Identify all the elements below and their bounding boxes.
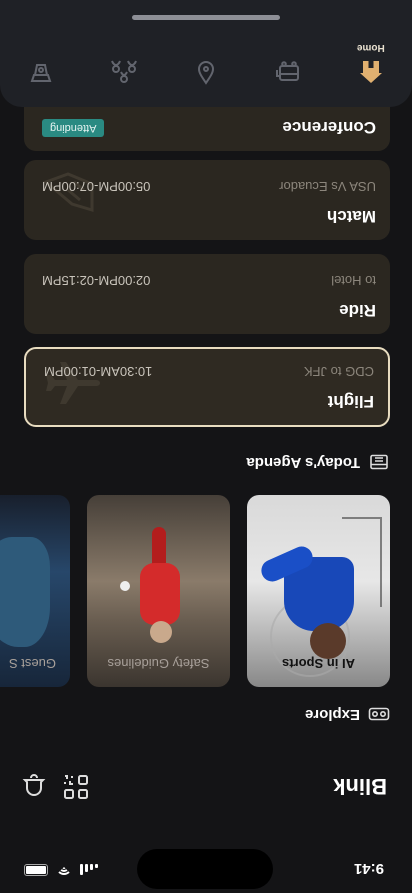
agenda-item-title: Conference: [282, 118, 376, 137]
cellular-signal-icon: [80, 864, 98, 876]
explore-card-ai-in-sports[interactable]: AI in Sports: [247, 495, 390, 687]
explore-card-safety-guidelines[interactable]: Safety Guidelines: [87, 495, 230, 687]
agenda-item-subtitle: CDG to JFK: [303, 364, 374, 379]
explore-title: Explore: [304, 706, 360, 723]
agenda-item-flight[interactable]: Flight CDG to JFK 10:30AM-01:00PM: [24, 347, 390, 427]
agenda-item-time: 05:00PM-07:00PM: [42, 179, 151, 194]
bus-icon: [276, 61, 300, 81]
athlete-figure: [310, 623, 346, 659]
soccer-ball: [120, 581, 130, 591]
explore-card-caption: AI in Sports: [282, 656, 355, 671]
home-icon: [359, 61, 382, 83]
agenda-item-title: Flight: [327, 392, 374, 411]
tab-seat[interactable]: [11, 23, 71, 93]
explore-card-caption: Guest S: [9, 656, 56, 671]
people-icon: [110, 60, 137, 83]
vr-headset-icon: [368, 708, 390, 721]
dynamic-island: [137, 849, 273, 889]
explore-card-caption: Safety Guidelines: [107, 656, 210, 671]
app-screen: 9:41 Blink Explore AI in Sports Safety G…: [0, 0, 412, 893]
qr-code-button[interactable]: [62, 773, 90, 801]
agenda-item-subtitle: USA Vs Ecuador: [279, 179, 376, 194]
player-figure: [150, 621, 172, 643]
agenda-item-time: 02:00PM-02:15PM: [42, 273, 151, 288]
agenda-item-time: 10:30AM-01:00PM: [44, 364, 153, 379]
agenda-heading: Today's Agenda: [246, 454, 390, 471]
tab-transport[interactable]: [258, 23, 318, 93]
player-figure: [140, 563, 180, 625]
battery-icon: [24, 864, 48, 876]
bottom-navigation: Home: [0, 0, 412, 107]
tab-home-label: Home: [356, 42, 385, 53]
tab-home[interactable]: Home: [341, 23, 401, 93]
explore-card-guest-services[interactable]: Guest S: [0, 495, 70, 687]
agenda-item-match[interactable]: Match USA Vs Ecuador 05:00PM-07:00PM: [24, 160, 390, 240]
status-icons: [24, 864, 98, 876]
explore-heading: Explore: [305, 706, 390, 723]
notifications-button[interactable]: [20, 773, 48, 801]
home-indicator: [132, 15, 280, 20]
seat-icon: [30, 64, 52, 82]
agenda-calendar-icon: [370, 455, 388, 470]
agenda-item-ride[interactable]: Ride to Hotel 02:00PM-02:15PM: [24, 254, 390, 334]
agenda-title: Today's Agenda: [246, 454, 360, 471]
status-bar: 9:41: [0, 843, 412, 893]
explore-carousel[interactable]: AI in Sports Safety Guidelines Guest S: [0, 495, 390, 687]
attending-badge: Attending: [42, 119, 105, 137]
bell-icon: [22, 774, 46, 796]
qr-code-icon: [64, 775, 88, 799]
map-image: [0, 537, 50, 647]
water-drop-icon: [198, 61, 215, 85]
status-time: 9:41: [353, 860, 384, 877]
tab-water[interactable]: [176, 23, 236, 93]
app-header: Blink: [0, 769, 412, 805]
tab-people[interactable]: [94, 23, 154, 93]
app-title: Blink: [333, 774, 387, 799]
agenda-item-title: Match: [326, 207, 376, 226]
agenda-item-subtitle: to Hotel: [331, 273, 376, 288]
agenda-item-title: Ride: [339, 301, 376, 320]
stadium-icon: [43, 172, 94, 213]
wifi-icon: [56, 864, 72, 876]
